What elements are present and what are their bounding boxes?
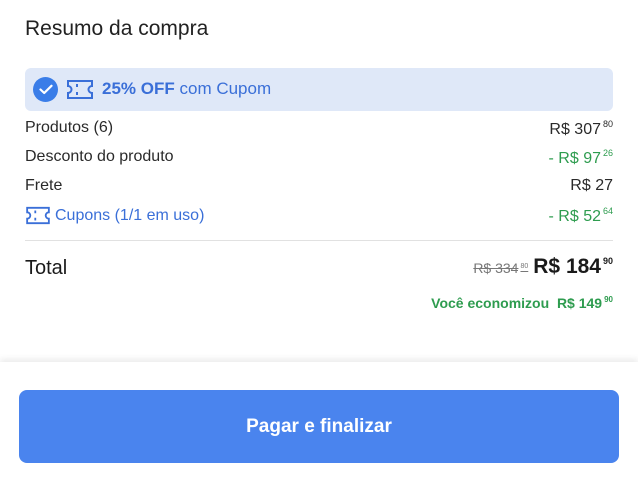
total-price-amount: R$ 184 bbox=[533, 255, 601, 278]
summary-row-coupons[interactable]: Cupons (1/1 em uso) - R$ 52 64 bbox=[25, 206, 613, 228]
discount-label: Desconto do produto bbox=[25, 148, 174, 165]
pay-button[interactable]: Pagar e finalizar bbox=[19, 390, 619, 463]
summary-row-products: Produtos (6) R$ 307 80 bbox=[25, 119, 613, 141]
products-cents: 80 bbox=[602, 119, 613, 129]
total-price-cents: 90 bbox=[602, 256, 613, 266]
summary-row-shipping: Frete R$ 27 bbox=[25, 177, 613, 199]
coupon-discount: 25% OFF bbox=[102, 79, 175, 98]
discount-cents: 26 bbox=[602, 148, 613, 158]
products-value: R$ 307 80 bbox=[549, 119, 613, 139]
checkout-footer: Pagar e finalizar bbox=[0, 362, 638, 500]
total-price: R$ 184 90 bbox=[533, 255, 613, 278]
summary-row-discount: Desconto do produto - R$ 97 26 bbox=[25, 148, 613, 170]
old-price: R$ 334 80 bbox=[473, 260, 528, 276]
coupon-banner-text: 25% OFF com Cupom bbox=[102, 79, 271, 99]
check-icon bbox=[33, 77, 58, 102]
shipping-value: R$ 27 bbox=[570, 177, 613, 195]
discount-amount: - R$ 97 bbox=[548, 150, 601, 167]
savings-amount: R$ 149 bbox=[556, 295, 603, 311]
coupons-cents: 64 bbox=[602, 206, 613, 216]
coupons-value: - R$ 52 64 bbox=[549, 206, 613, 226]
coupon-suffix: com Cupom bbox=[179, 79, 272, 98]
ticket-icon bbox=[66, 79, 94, 100]
old-price-cents: 80 bbox=[520, 263, 529, 270]
discount-value: - R$ 97 26 bbox=[549, 148, 613, 168]
savings-cents: 90 bbox=[604, 295, 613, 304]
savings-label: Você economizou bbox=[431, 295, 550, 311]
coupons-link[interactable]: Cupons (1/1 em uso) bbox=[25, 206, 204, 225]
shipping-amount: R$ 27 bbox=[570, 177, 613, 194]
coupons-amount: - R$ 52 bbox=[548, 208, 601, 225]
coupon-banner[interactable]: 25% OFF com Cupom bbox=[25, 68, 613, 111]
total-label: Total bbox=[25, 257, 68, 279]
ticket-icon bbox=[26, 206, 50, 225]
coupons-label: Cupons (1/1 em uso) bbox=[55, 206, 205, 224]
savings-text: Você economizou R$ 149 90 bbox=[431, 295, 613, 311]
old-price-amount: R$ 334 bbox=[473, 260, 519, 276]
shipping-label: Frete bbox=[25, 177, 63, 194]
divider bbox=[25, 240, 613, 241]
products-label: Produtos (6) bbox=[25, 119, 114, 136]
products-amount: R$ 307 bbox=[549, 121, 601, 138]
total-values: R$ 334 80 R$ 184 90 bbox=[473, 255, 613, 279]
page-title: Resumo da compra bbox=[25, 17, 209, 40]
